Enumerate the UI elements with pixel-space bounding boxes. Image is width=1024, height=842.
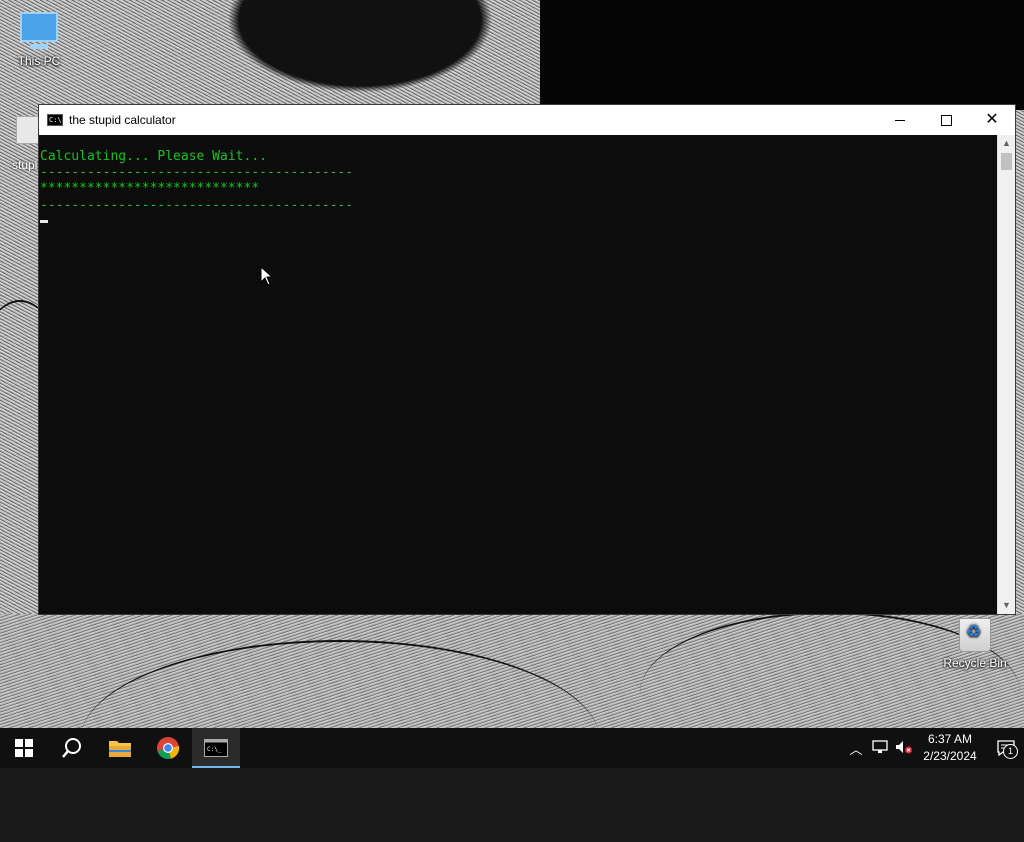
clock[interactable]: 6:37 AM 2/23/2024	[918, 731, 982, 765]
taskbar: C:\_ ︿ 6:37 AM 2/23/2024 1	[0, 728, 1024, 768]
close-icon: ✕	[985, 111, 999, 128]
console-line: ****************************	[40, 181, 260, 196]
volume-muted-icon[interactable]	[892, 740, 916, 757]
file-explorer-button[interactable]	[96, 728, 144, 768]
minimize-button[interactable]	[877, 105, 923, 135]
maximize-button[interactable]	[923, 105, 969, 135]
windows-logo-icon	[15, 739, 33, 757]
scrollbar-thumb[interactable]	[1001, 153, 1012, 170]
maximize-icon	[940, 114, 952, 126]
vertical-scrollbar[interactable]: ▲ ▼	[997, 135, 1015, 614]
console-line: ----------------------------------------	[40, 198, 354, 213]
window-title: the stupid calculator	[69, 113, 176, 127]
system-tray: ︿ 6:37 AM 2/23/2024 1	[844, 728, 1024, 768]
svg-text:C:\_: C:\_	[207, 746, 222, 753]
minimize-icon	[895, 119, 905, 121]
window-controls: ✕	[877, 105, 1015, 135]
search-icon	[62, 738, 81, 758]
console-output[interactable]: Calculating... Please Wait... ----------…	[39, 135, 999, 614]
chevron-up-icon[interactable]: ︿	[844, 739, 868, 758]
desktop-icon-this-pc[interactable]: This PC	[2, 12, 76, 68]
this-pc-icon	[20, 12, 58, 49]
clock-date: 2/23/2024	[923, 749, 977, 763]
close-button[interactable]: ✕	[969, 105, 1015, 135]
console-window[interactable]: C:\ the stupid calculator ✕ Calculating.…	[38, 104, 1016, 615]
notification-count-badge: 1	[1003, 744, 1018, 759]
desktop-icon-recycle-bin[interactable]: Recycle Bin	[938, 618, 1012, 670]
command-prompt-icon: C:\_	[204, 739, 228, 757]
start-button[interactable]	[0, 728, 48, 768]
desktop-icon-label: stupi	[12, 158, 38, 172]
recycle-bin-icon	[959, 618, 991, 652]
chrome-button[interactable]	[144, 728, 192, 768]
desktop-icon-label: This PC	[17, 54, 61, 68]
action-center-button[interactable]: 1	[988, 728, 1024, 768]
scroll-up-arrow-icon[interactable]: ▲	[998, 135, 1015, 152]
clock-time: 6:37 AM	[927, 732, 973, 746]
mouse-pointer-icon	[260, 266, 274, 286]
console-line: Calculating... Please Wait...	[40, 149, 267, 164]
search-button[interactable]	[48, 728, 96, 768]
desktop-icon-label: Recycle Bin	[943, 656, 1007, 670]
scroll-down-arrow-icon[interactable]: ▼	[998, 597, 1015, 614]
console-line: ----------------------------------------	[40, 165, 354, 180]
console-app-icon: C:\	[47, 114, 63, 126]
chrome-icon	[157, 737, 180, 759]
console-taskbar-button[interactable]: C:\_	[192, 728, 240, 768]
folder-icon	[109, 741, 131, 757]
wallpaper-dark-region	[540, 0, 1024, 110]
network-icon[interactable]	[868, 739, 892, 757]
window-titlebar[interactable]: C:\ the stupid calculator ✕	[39, 105, 1015, 135]
text-cursor	[40, 220, 48, 223]
